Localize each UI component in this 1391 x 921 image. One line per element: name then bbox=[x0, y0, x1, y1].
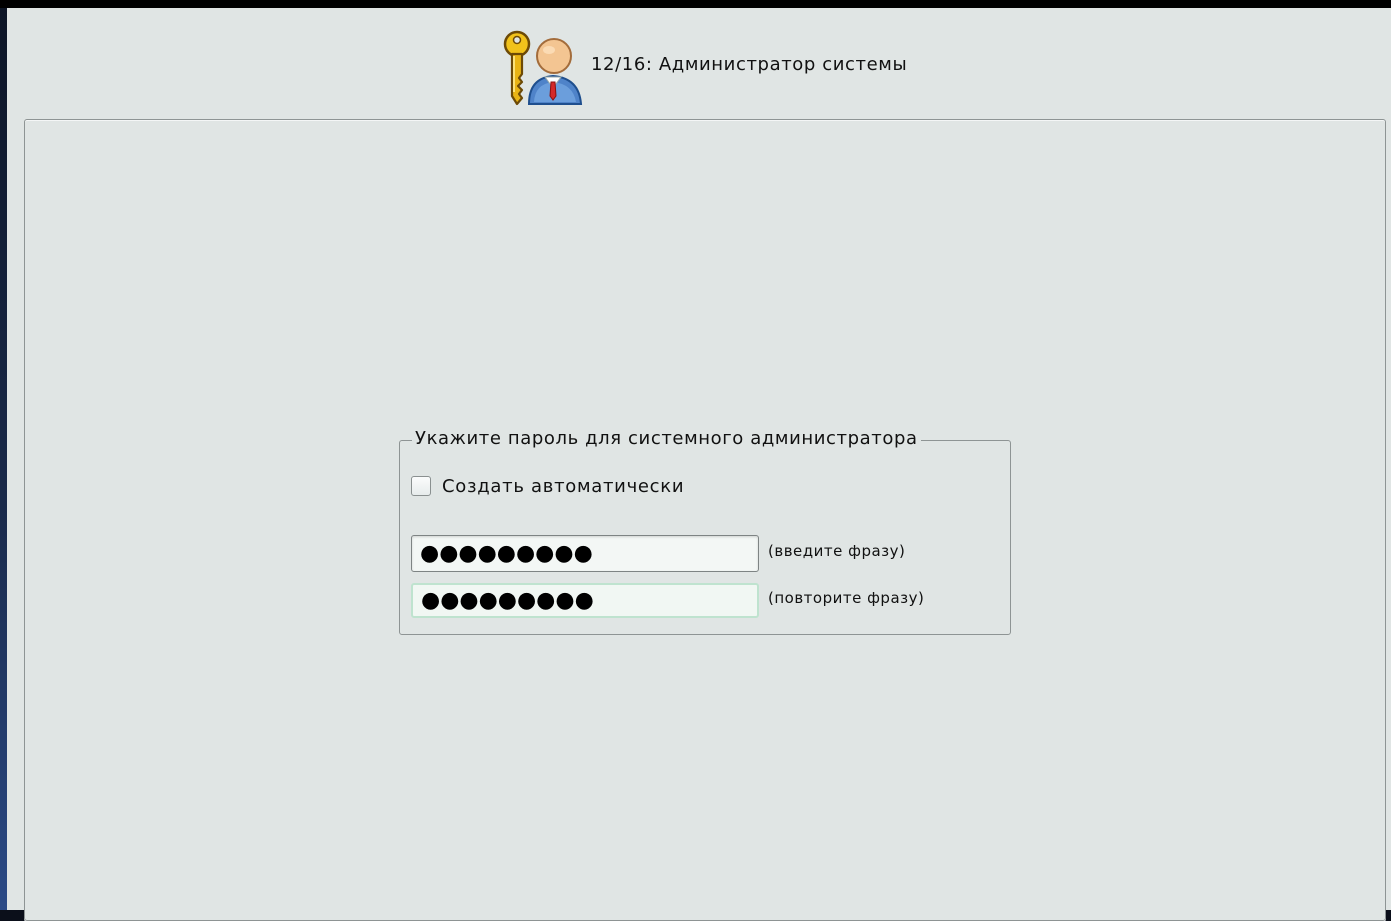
password-confirm-hint: (повторите фразу) bbox=[768, 589, 925, 607]
auto-generate-checkbox[interactable] bbox=[411, 476, 431, 496]
desktop-edge bbox=[0, 8, 7, 910]
password-input[interactable]: ●●●●●●●●● bbox=[411, 535, 759, 572]
installer-window: 12/16: Администратор системы Укажите пар… bbox=[7, 8, 1391, 921]
step-title: 12/16: Администратор системы bbox=[591, 54, 908, 75]
password-confirm-input[interactable]: ●●●●●●●●● bbox=[411, 583, 759, 618]
auto-generate-label[interactable]: Создать автоматически bbox=[442, 476, 684, 497]
password-groupbox: Укажите пароль для системного администра… bbox=[399, 428, 1011, 635]
password-hint: (введите фразу) bbox=[768, 542, 906, 560]
key-user-icon bbox=[501, 26, 583, 108]
auto-generate-row[interactable]: Создать автоматически bbox=[411, 474, 684, 498]
groupbox-legend: Укажите пароль для системного администра… bbox=[412, 428, 921, 449]
step-header: 12/16: Администратор системы bbox=[7, 8, 1391, 118]
screen: 12/16: Администратор системы Укажите пар… bbox=[0, 0, 1391, 921]
